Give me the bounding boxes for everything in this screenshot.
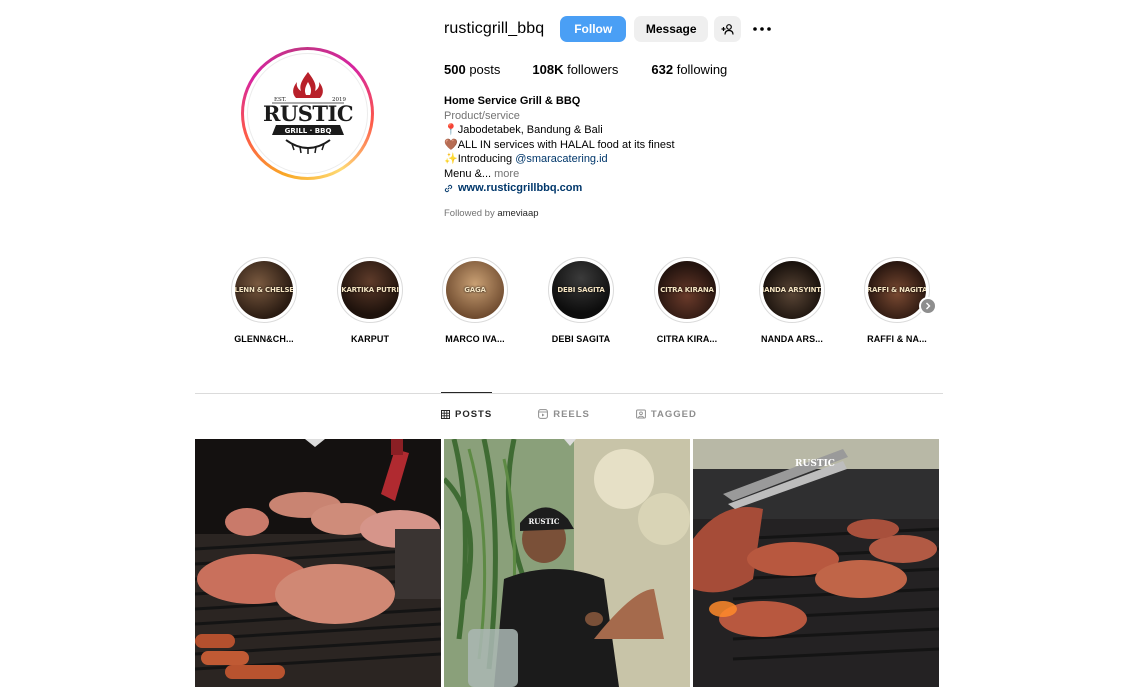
more-horizontal-icon (753, 27, 772, 31)
profile-display-name: Home Service Grill & BBQ (444, 95, 581, 107)
highlight-cover: NANDA ARSYINTA (763, 261, 821, 319)
highlight-cover-ring: RAFFI & NAGITA (864, 257, 930, 323)
posts-grid: RUSTIC RUSTIC (195, 439, 939, 687)
svg-text:RUSTIC: RUSTIC (528, 517, 559, 526)
chevron-right-icon (926, 302, 931, 310)
highlight-item[interactable]: GAGA MARCO IVA... (425, 257, 525, 344)
svg-text:RUSTIC: RUSTIC (262, 101, 352, 126)
story-highlights: GLENN & CHELSEA GLENN&CH... KARTIKA PUTR… (210, 257, 940, 357)
highlight-item[interactable]: GLENN & CHELSEA GLENN&CH... (214, 257, 314, 344)
avatar-inner: EST. 2019 RUSTIC GRILL · BBQ (244, 50, 371, 177)
highlight-label: CITRA KIRA... (656, 334, 718, 344)
highlight-cover-ring: KARTIKA PUTRI (337, 257, 403, 323)
svg-text:RUSTIC: RUSTIC (795, 459, 835, 469)
profile-category: Product/service (444, 109, 520, 122)
profile-bio: Home Service Grill & BBQ Product/service… (444, 94, 944, 196)
person-add-icon (721, 23, 734, 35)
tab-reels[interactable]: REELS (538, 393, 590, 435)
highlight-label: NANDA ARS... (760, 334, 824, 344)
suggested-accounts-button[interactable] (714, 16, 742, 42)
highlight-cover-ring: CITRA KIRANA (654, 257, 720, 323)
highlight-cover: GAGA (446, 261, 504, 319)
post-image-chef: RUSTIC (444, 439, 690, 687)
username: rusticgrill_bbq (444, 20, 545, 37)
tab-tagged[interactable]: TAGGED (635, 393, 697, 435)
link-icon (444, 184, 453, 192)
tagged-icon (635, 409, 646, 419)
website-link[interactable]: www.rusticgrillbbq.com (444, 181, 944, 196)
highlight-cover-ring: NANDA ARSYINTA (759, 257, 825, 323)
profile-avatar[interactable]: EST. 2019 RUSTIC GRILL · BBQ (241, 47, 374, 180)
bio-more-link[interactable]: more (494, 168, 519, 180)
highlight-label: GLENN&CH... (234, 334, 294, 344)
highlight-item[interactable]: NANDA ARSYINTA NANDA ARS... (742, 257, 842, 344)
profile-header-row: rusticgrill_bbq Follow Message (444, 16, 944, 42)
avatar: EST. 2019 RUSTIC GRILL · BBQ (247, 53, 368, 174)
highlights-next-button[interactable] (919, 297, 937, 315)
bio-line-menu: Menu &... more (444, 167, 520, 180)
highlight-cover-ring: DEBI SAGITA (548, 257, 614, 323)
followed-by[interactable]: Followed by ameviaap (444, 208, 944, 219)
highlight-cover: KARTIKA PUTRI (341, 261, 399, 319)
more-options-button[interactable] (751, 16, 773, 42)
highlight-label: KARPUT (350, 334, 390, 344)
highlight-cover-ring: GAGA (442, 257, 508, 323)
following-stat[interactable]: 632 following (651, 62, 727, 77)
highlight-label: RAFFI & NA... (867, 334, 927, 344)
tab-posts-label: POSTS (455, 408, 493, 420)
highlight-cover: DEBI SAGITA (552, 261, 610, 319)
highlight-label: DEBI SAGITA (551, 334, 611, 344)
post-image-grill-steaks (195, 439, 441, 687)
profile-info: rusticgrill_bbq Follow Message 500 posts… (444, 16, 944, 219)
tab-posts[interactable]: POSTS (441, 392, 493, 435)
post-image-grill-tongs: RUSTIC (693, 439, 939, 687)
posts-stat: 500 posts (444, 62, 501, 77)
profile-tabs: POSTS REELS TAGGED (441, 392, 743, 435)
highlight-cover: GLENN & CHELSEA (235, 261, 293, 319)
highlight-label: MARCO IVA... (445, 334, 505, 344)
bio-line-introducing: ✨Introducing @smaracatering.id (444, 153, 608, 165)
post-thumbnail[interactable]: RUSTIC (444, 439, 690, 687)
post-thumbnail[interactable] (195, 439, 441, 687)
post-thumbnail[interactable]: RUSTIC (693, 439, 939, 687)
mention-link[interactable]: @smaracatering.id (515, 153, 607, 165)
reels-icon (538, 409, 549, 419)
website-link-text: www.rusticgrillbbq.com (458, 182, 583, 194)
bio-line-location: 📍Jabodetabek, Bandung & Bali (444, 124, 603, 136)
svg-text:GRILL · BBQ: GRILL · BBQ (284, 127, 331, 135)
highlight-item[interactable]: KARTIKA PUTRI KARPUT (320, 257, 420, 344)
follow-button[interactable]: Follow (560, 16, 627, 42)
highlight-item[interactable]: DEBI SAGITA DEBI SAGITA (531, 257, 631, 344)
highlight-cover: CITRA KIRANA (658, 261, 716, 319)
bio-line-services: 🤎ALL IN services with HALAL food at its … (444, 138, 675, 151)
highlight-cover-ring: GLENN & CHELSEA (231, 257, 297, 323)
profile-stats: 500 posts 108K followers 632 following (444, 62, 944, 77)
tab-tagged-label: TAGGED (650, 408, 697, 420)
tab-reels-label: REELS (553, 408, 590, 420)
message-button[interactable]: Message (634, 16, 709, 42)
grid-icon (441, 409, 450, 419)
followers-stat[interactable]: 108K followers (532, 62, 618, 77)
rustic-grill-logo: EST. 2019 RUSTIC GRILL · BBQ (262, 71, 353, 154)
highlight-item[interactable]: CITRA KIRANA CITRA KIRA... (637, 257, 737, 344)
highlight-cover: RAFFI & NAGITA (868, 261, 926, 319)
